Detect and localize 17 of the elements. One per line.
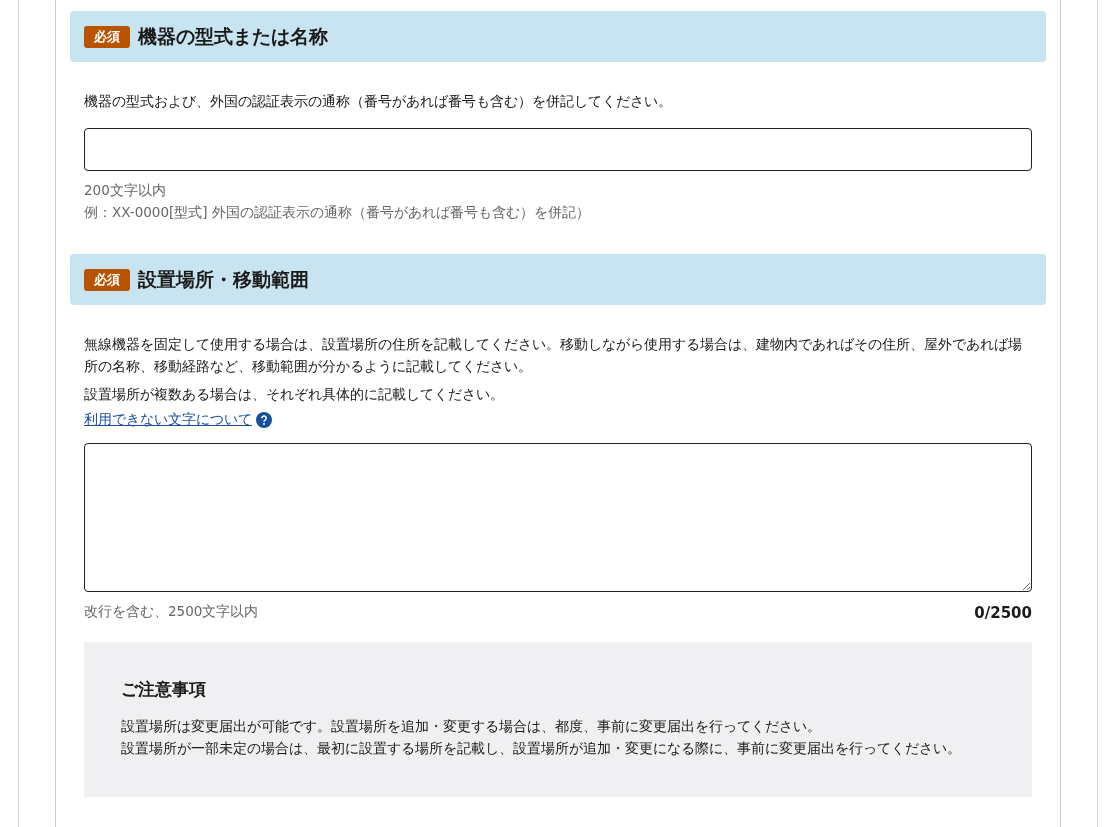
required-badge: 必須 — [84, 268, 130, 291]
description-text: 機器の型式および、外国の認証表示の通称（番号があれば番号も含む）を併記してください。 — [84, 92, 673, 111]
hint-text: 200文字以内 — [84, 181, 167, 200]
notice-text: 設置場所は変更届出が可能です。設置場所を追加・変更する場合は、都度、事前に変更届出を行ってください。 — [121, 717, 822, 736]
notice-title: ご注意事項 — [121, 678, 207, 701]
description-text: 無線機器を固定して使用する場合は、設置場所の住所を記載してください。移動しながら使用する場合は、建物内であればその住所、屋外であれば場所の名称、移動経路など、移動範囲が分かるように記載してください。 — [84, 335, 1023, 376]
help-link[interactable]: 利用できない文字について — [84, 411, 252, 429]
section-title: 機器の型式または名称 — [138, 23, 328, 49]
help-icon[interactable] — [256, 412, 272, 428]
hint-text: 例：XX-0000[型式] 外国の認証表示の通称（番号があれば番号も含む）を併記） — [84, 203, 590, 222]
description-text: 設置場所が複数ある場合は、それぞれ具体的に記載してください。 — [84, 385, 505, 404]
input-field[interactable] — [84, 128, 1032, 171]
notice-text: 設置場所が一部未定の場合は、最初に設置する場所を記載し、設置場所が追加・変更になる際に、事前に変更届出を行ってください。 — [121, 739, 962, 758]
hint-text: 改行を含む、2500文字以内 — [84, 602, 259, 621]
required-badge: 必須 — [84, 25, 130, 48]
section-title: 設置場所・移動範囲 — [138, 266, 309, 292]
character-counter: 0/2500 — [974, 604, 1032, 622]
